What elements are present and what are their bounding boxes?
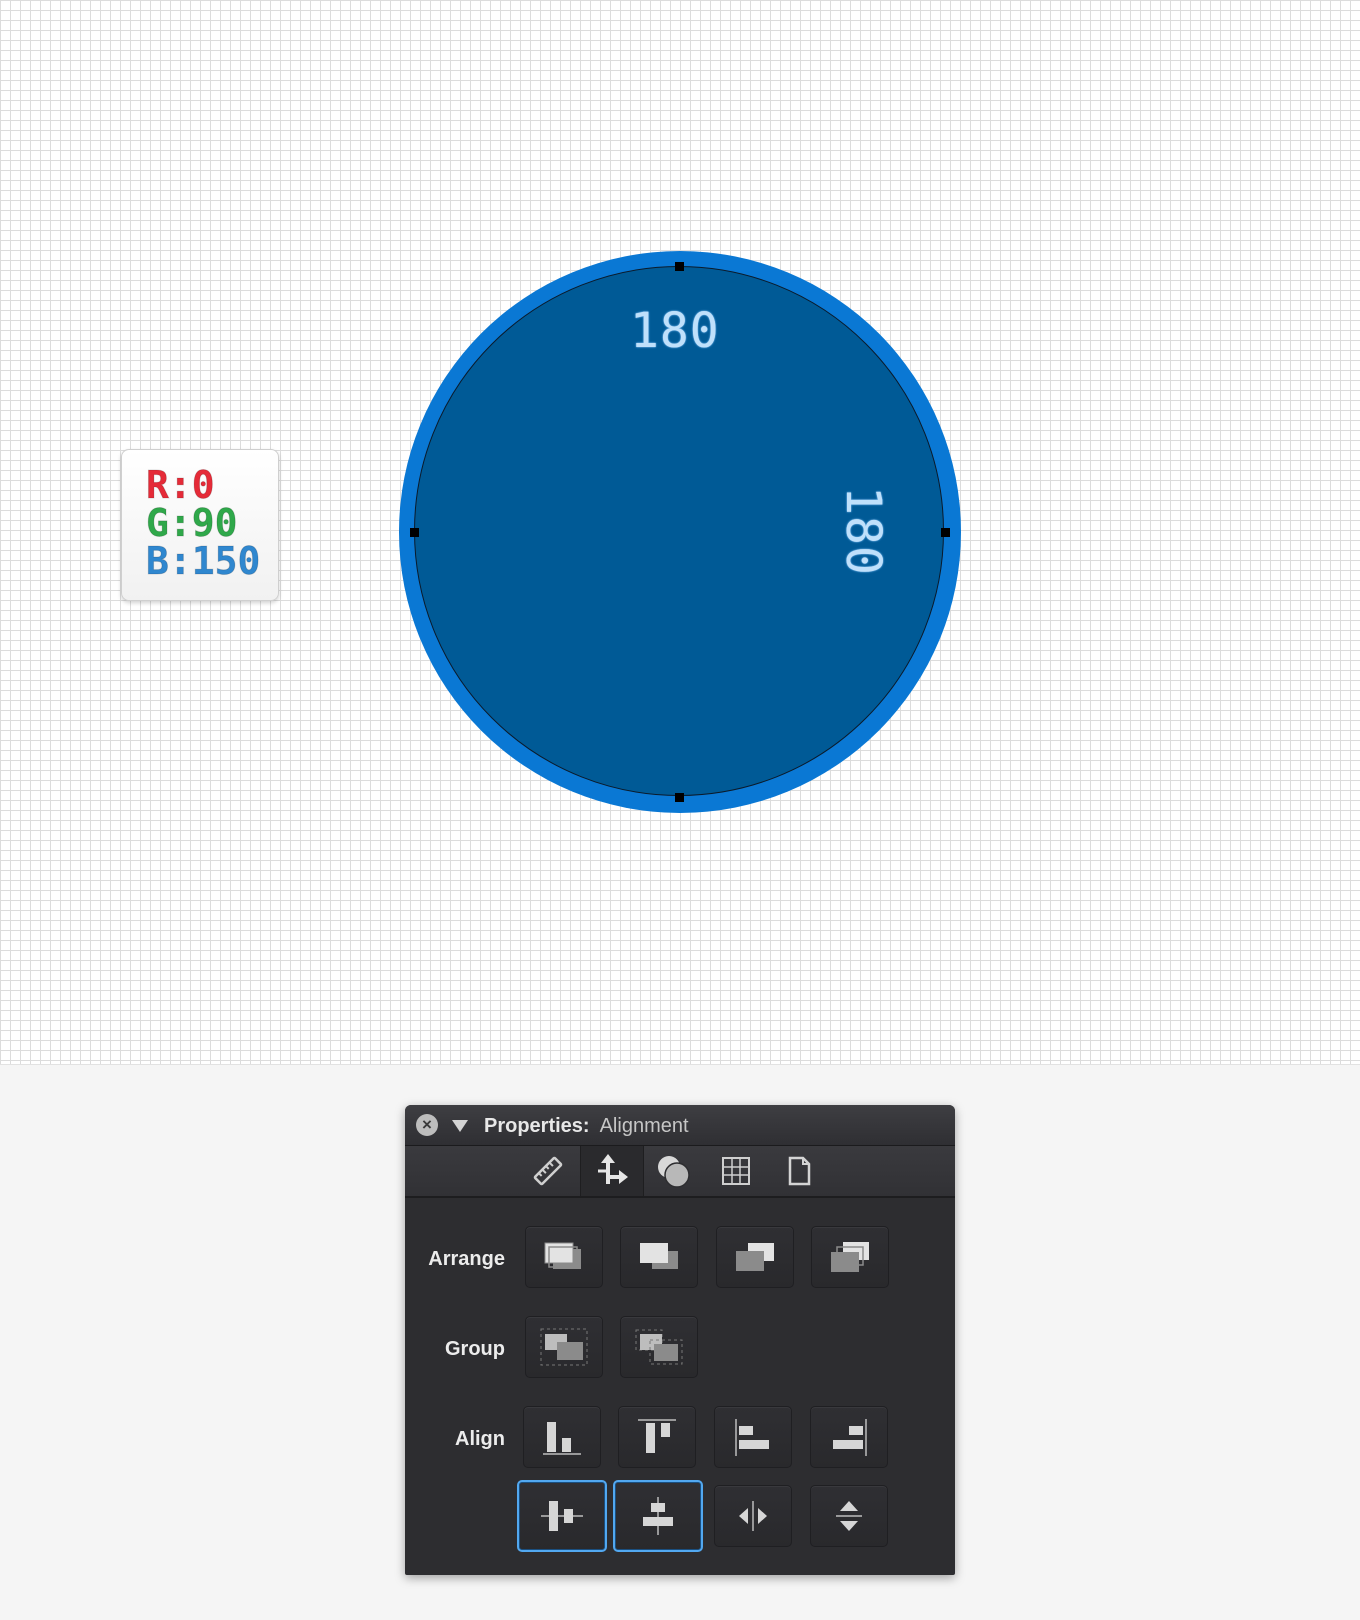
ungroup-icon <box>635 1329 683 1365</box>
group-button[interactable] <box>525 1316 603 1378</box>
align-left-icon <box>735 1419 769 1456</box>
bring-to-front-button[interactable] <box>525 1226 603 1288</box>
blue-value: B:150 <box>146 539 261 583</box>
bring-forward-icon <box>640 1243 678 1269</box>
collapse-triangle-icon[interactable] <box>452 1120 468 1132</box>
group-label: Group <box>445 1338 505 1360</box>
width-dimension-label: 180 <box>630 303 720 359</box>
move-arrows-icon <box>598 1154 628 1184</box>
send-backward-button[interactable] <box>716 1226 794 1288</box>
bring-forward-button[interactable] <box>620 1226 698 1288</box>
tab-document[interactable] <box>768 1146 830 1196</box>
distribute-vertical-button[interactable] <box>810 1485 888 1547</box>
align-top-button[interactable] <box>618 1406 696 1468</box>
align-vertical-center-icon <box>643 1497 673 1535</box>
tab-alignment[interactable] <box>580 1146 644 1196</box>
handle-right[interactable] <box>941 528 950 537</box>
panel-titlebar[interactable]: × Properties: Alignment <box>405 1105 955 1146</box>
handle-top[interactable] <box>675 262 684 271</box>
tab-style[interactable] <box>642 1146 704 1196</box>
inspector-tabbar <box>405 1146 955 1198</box>
align-right-icon <box>833 1419 867 1456</box>
distribute-horizontal-button[interactable] <box>714 1485 792 1547</box>
align-right-button[interactable] <box>810 1406 888 1468</box>
align-left-button[interactable] <box>714 1406 792 1468</box>
align-horizontal-center-button[interactable] <box>517 1480 607 1552</box>
grid-icon <box>722 1157 750 1185</box>
ruler-icon <box>533 1156 563 1186</box>
rgb-color-sticker: R:0 G:90 B:150 <box>121 449 279 601</box>
send-to-back-icon <box>831 1242 869 1272</box>
align-top-icon <box>638 1419 676 1453</box>
drawing-canvas[interactable]: 180 180 R:0 G:90 B:150 <box>0 0 1360 1065</box>
shapes-overlap-icon <box>658 1156 690 1188</box>
green-value: G:90 <box>146 501 239 545</box>
arrange-label: Arrange <box>428 1248 505 1270</box>
red-value: R:0 <box>146 463 216 507</box>
panel-title-bold: Properties: <box>484 1115 590 1137</box>
tab-grid[interactable] <box>705 1146 767 1196</box>
align-bottom-icon <box>543 1422 581 1455</box>
bring-to-front-icon <box>544 1242 581 1269</box>
distribute-horizontal-icon <box>739 1501 767 1531</box>
send-backward-icon <box>736 1243 774 1271</box>
align-vertical-center-button[interactable] <box>613 1480 703 1552</box>
panel-title: Properties: Alignment <box>484 1115 689 1138</box>
height-dimension-label: 180 <box>834 486 891 576</box>
ungroup-button[interactable] <box>620 1316 698 1378</box>
group-icon <box>540 1328 588 1366</box>
document-icon <box>788 1156 811 1186</box>
distribute-vertical-icon <box>836 1501 862 1531</box>
panel-title-section: Alignment <box>599 1115 689 1137</box>
properties-panel: × Properties: Alignment Arrange Group Al… <box>405 1105 955 1575</box>
align-bottom-button[interactable] <box>523 1406 601 1468</box>
align-label: Align <box>455 1428 505 1450</box>
handle-bottom[interactable] <box>675 793 684 802</box>
handle-left[interactable] <box>410 528 419 537</box>
close-icon[interactable]: × <box>416 1114 438 1136</box>
send-to-back-button[interactable] <box>811 1226 889 1288</box>
tab-geometry[interactable] <box>517 1146 579 1196</box>
align-horizontal-center-icon <box>541 1501 583 1531</box>
